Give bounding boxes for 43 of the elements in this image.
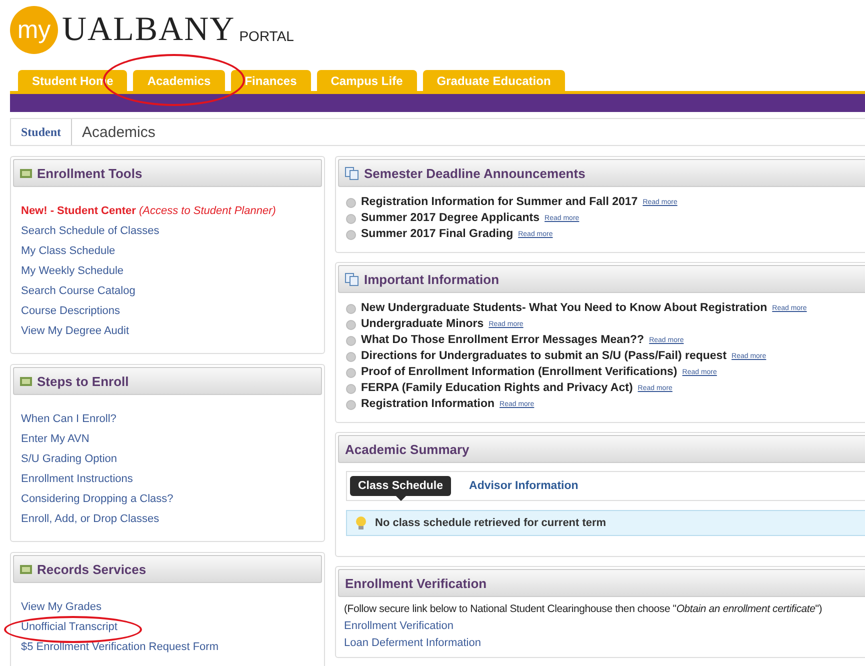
sidebar-link[interactable]: Considering Dropping a Class? <box>21 492 174 507</box>
announcement-title: Summer 2017 Degree Applicants <box>361 211 540 226</box>
announcement-title: New Undergraduate Students- What You Need to Know About Registration <box>361 301 768 316</box>
sidebar-link[interactable]: View My Grades <box>21 600 102 615</box>
announcement-title: Proof of Enrollment Information (Enrollment Verifications) <box>361 365 678 380</box>
verification-link[interactable]: Loan Deferment Information <box>344 637 865 649</box>
breadcrumb-current: Academics <box>81 124 156 140</box>
verification-link[interactable]: Enrollment Verification <box>344 620 865 632</box>
panel-title: Steps to Enroll <box>37 374 129 388</box>
announcement-title: Undergraduate Minors <box>361 317 484 332</box>
panel-title: Records Services <box>37 562 146 576</box>
logo-badge: my <box>10 6 58 54</box>
sidebar-link[interactable]: Enrollment Instructions <box>21 472 133 487</box>
sidebar-link[interactable]: Enroll, Add, or Drop Classes <box>21 512 160 527</box>
sidebar-link[interactable]: S/U Grading Option <box>21 452 117 467</box>
breadcrumb-link[interactable]: Student <box>11 119 72 145</box>
sidebar-link[interactable]: Search Course Catalog <box>21 284 136 299</box>
sidebar-link[interactable]: Unofficial Transcript <box>21 620 118 635</box>
sidebar-link[interactable]: New! - Student Center (Access to Student Planner) <box>21 204 276 219</box>
sidebar-link[interactable]: Enter My AVN <box>21 432 90 447</box>
panel-title: Academic Summary <box>345 442 470 456</box>
announcement-title: Directions for Undergraduates to submit an S/U (Pass/Fail) request <box>361 349 727 364</box>
sidebar-link[interactable]: When Can I Enroll? <box>21 412 116 427</box>
panel-title: Important Information <box>364 272 500 286</box>
logo-suffix: PORTAL <box>239 28 294 44</box>
sidebar-link[interactable]: $5 Enrollment Verification Request Form <box>21 640 218 655</box>
info-text: No class schedule retrieved for current term <box>375 517 606 529</box>
summary-tab[interactable]: Advisor Information <box>461 476 586 496</box>
instruction-text: (Follow secure link below to National Student Clearinghouse then choose "Obtain an enrollment certificate") <box>344 603 824 615</box>
panel-title: Enrollment Verification <box>345 576 487 590</box>
sidebar-link[interactable]: Course Descriptions <box>21 304 120 319</box>
panel-title: Enrollment Tools <box>37 166 142 180</box>
logo-wordmark: UALBANY <box>62 11 236 49</box>
announcement-title: Registration Information <box>361 397 495 412</box>
announcement-title: Summer 2017 Final Grading <box>361 227 514 242</box>
sidebar-link[interactable]: View My Degree Audit <box>21 324 130 339</box>
sidebar-link[interactable]: My Weekly Schedule <box>21 264 124 279</box>
panel-title: Semester Deadline Announcements <box>364 166 586 180</box>
announcement-title: What Do Those Enrollment Error Messages Mean?? <box>361 333 644 348</box>
sidebar-link[interactable]: Search Schedule of Classes <box>21 224 160 239</box>
sidebar-link[interactable]: My Class Schedule <box>21 244 116 259</box>
announcement-title: Registration Information for Summer and Fall 2017 <box>361 195 638 210</box>
announcement-title: FERPA (Family Education Rights and Privacy Act) <box>361 381 633 396</box>
